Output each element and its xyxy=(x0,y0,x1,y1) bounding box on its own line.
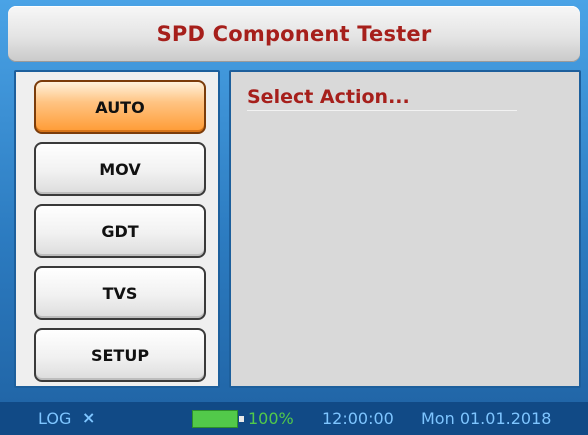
title-bar: SPD Component Tester xyxy=(8,6,580,62)
action-menu: AUTO MOV GDT TVS SETUP xyxy=(14,70,220,388)
close-icon[interactable]: × xyxy=(82,408,95,427)
gdt-button-label: GDT xyxy=(101,221,139,241)
gdt-button[interactable]: GDT xyxy=(34,204,206,258)
battery-icon xyxy=(192,410,238,428)
setup-button-label: SETUP xyxy=(90,345,150,365)
auto-button-label: AUTO xyxy=(95,97,145,117)
mov-button[interactable]: MOV xyxy=(34,142,206,196)
device-screen: SPD Component Tester AUTO MOV GDT TVS SE… xyxy=(0,0,588,435)
content-title: Select Action... xyxy=(247,86,410,108)
battery-tip-icon xyxy=(239,416,244,422)
clock-date: Mon 01.01.2018 xyxy=(421,409,552,428)
status-bar: LOG × 100% 12:00:00 Mon 01.01.2018 xyxy=(0,402,588,435)
log-label[interactable]: LOG xyxy=(38,409,71,428)
auto-button[interactable]: AUTO xyxy=(34,80,206,134)
title-underline xyxy=(247,110,517,111)
content-panel: Select Action... xyxy=(229,70,581,388)
app-title: SPD Component Tester xyxy=(156,22,432,46)
clock-time: 12:00:00 xyxy=(322,409,394,428)
battery-percent: 100% xyxy=(248,409,294,428)
tvs-button[interactable]: TVS xyxy=(34,266,206,320)
tvs-button-label: TVS xyxy=(102,283,138,303)
mov-button-label: MOV xyxy=(99,159,141,179)
setup-button[interactable]: SETUP xyxy=(34,328,206,382)
